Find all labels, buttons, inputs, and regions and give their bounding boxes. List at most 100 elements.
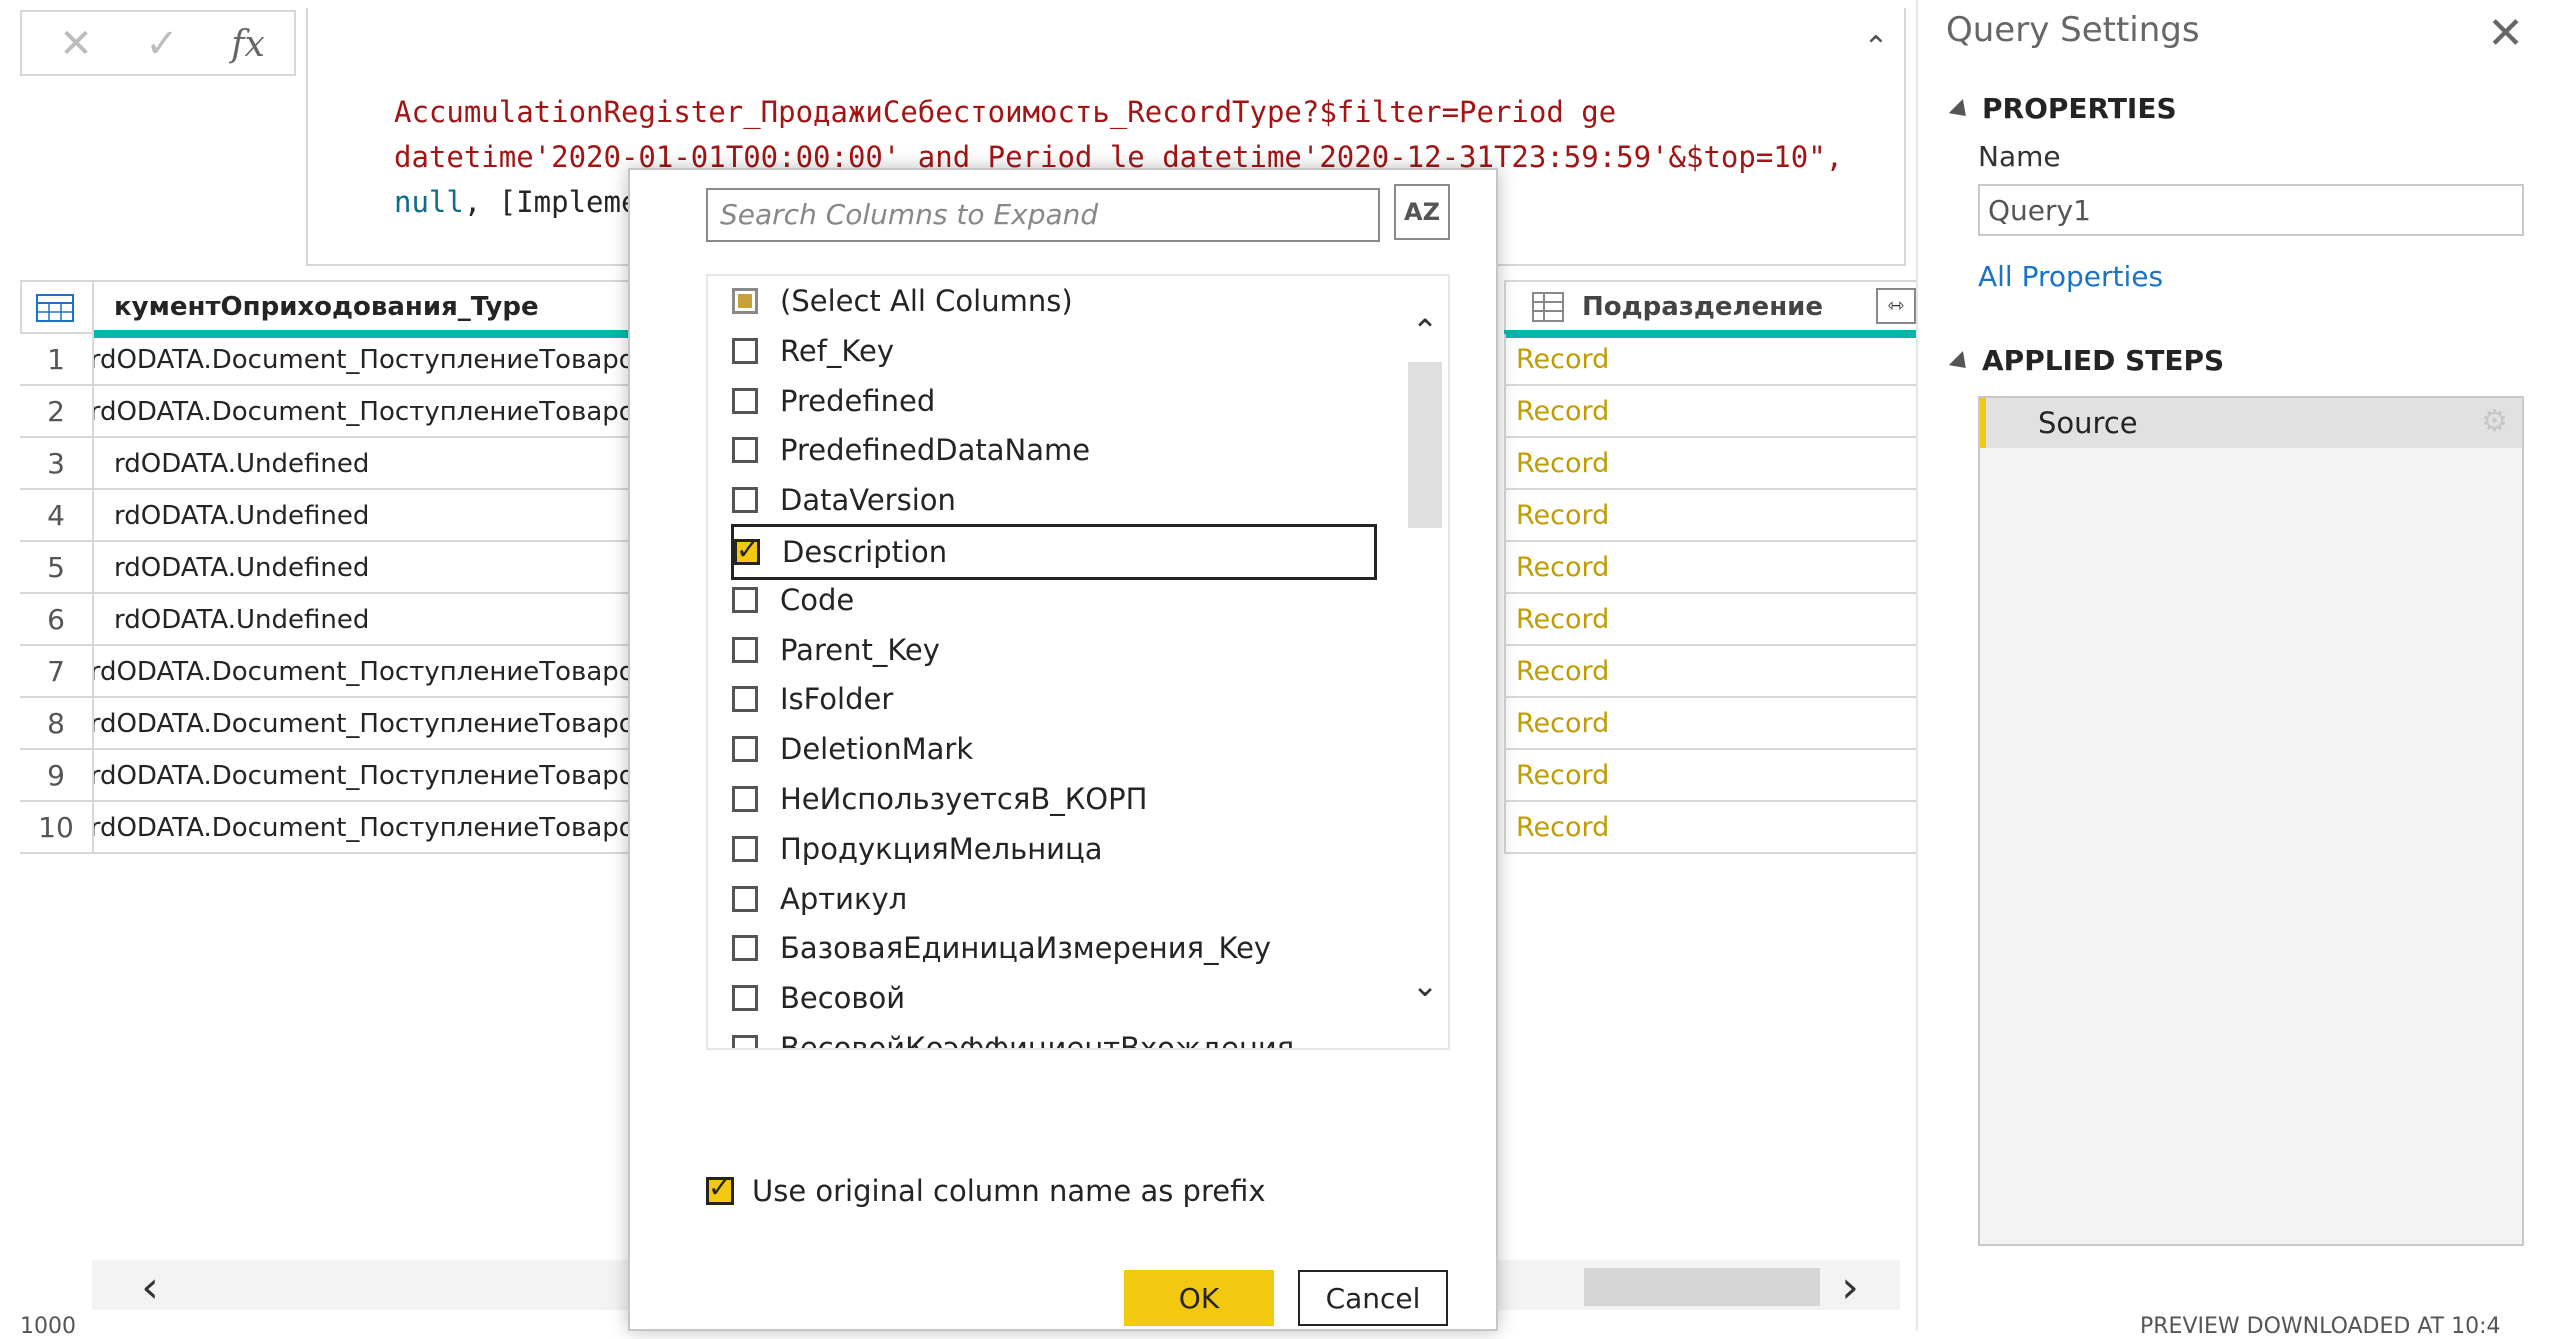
column-checkbox[interactable]	[732, 1035, 758, 1048]
column-option[interactable]: БазоваяЕдиницаИзмерения_Key	[732, 923, 1271, 973]
column-option[interactable]: DeletionMark	[732, 724, 973, 774]
type-cell[interactable]: rdODATA.Undefined	[94, 594, 650, 646]
column-option[interactable]: Predefined	[732, 376, 935, 426]
cancel-formula-icon[interactable]: ✕	[46, 20, 106, 68]
search-columns-input[interactable]: Search Columns to Expand	[706, 188, 1380, 242]
column-option-label: PredefinedDataName	[780, 433, 1091, 468]
cancel-button[interactable]: Cancel	[1298, 1270, 1448, 1326]
column-checkbox[interactable]	[732, 686, 758, 713]
vertical-scrollbar[interactable]: ⌃ ⌄	[1402, 276, 1448, 1048]
scroll-up-icon[interactable]: ⌃	[1402, 312, 1448, 352]
close-icon[interactable]: ✕	[2487, 8, 2524, 59]
type-cell-text: rdODATA.Document_ПоступлениеТоваров	[94, 657, 650, 687]
row-number: 4	[20, 490, 94, 542]
column-option-label: DeletionMark	[780, 732, 974, 767]
column-option[interactable]: IsFolder	[732, 674, 893, 724]
table-menu-icon[interactable]	[20, 280, 94, 334]
column-header-a[interactable]: кументОприходования_Type	[20, 280, 650, 338]
column-option[interactable]: НеИспользуетсяВ_КОРП	[732, 774, 1147, 824]
expand-column-icon[interactable]: ⇿	[1876, 288, 1916, 324]
fx-icon[interactable]: fx	[218, 20, 278, 68]
record-link[interactable]: Record	[1504, 750, 1924, 802]
type-cell[interactable]: rdODATA.Undefined	[94, 438, 650, 490]
sort-az-button[interactable]: AZ	[1394, 184, 1450, 240]
all-properties-link[interactable]: All Properties	[1978, 260, 2163, 293]
type-cell-text: rdODATA.Document_ПоступлениеТоваров	[94, 345, 650, 375]
applied-steps-header-label: APPLIED STEPS	[1982, 344, 2225, 377]
type-cell[interactable]: rdODATA.Undefined	[94, 542, 650, 594]
type-cell[interactable]: rdODATA.Document_ПоступлениеТоваров	[94, 386, 650, 438]
column-checkbox[interactable]	[732, 337, 758, 364]
column-checkbox[interactable]	[732, 786, 758, 812]
type-cell[interactable]: rdODATA.Document_ПоступлениеТоваров	[94, 646, 650, 698]
horizontal-scroll-thumb[interactable]	[1584, 1268, 1820, 1306]
record-link[interactable]: Record	[1504, 698, 1924, 750]
column-checkbox[interactable]	[732, 387, 758, 414]
ok-button[interactable]: OK	[1124, 1270, 1274, 1326]
step-source[interactable]: Source ⚙	[1980, 398, 2522, 448]
formula-buttons: ✕ ✓ fx	[20, 10, 296, 76]
column-checkbox[interactable]	[732, 437, 758, 464]
record-link[interactable]: Record	[1504, 386, 1924, 438]
column-checkbox[interactable]	[732, 935, 758, 962]
row-number: 5	[20, 542, 94, 594]
column-checkbox[interactable]	[732, 835, 758, 862]
type-cell[interactable]: rdODATA.Document_ПоступлениеТоваров	[94, 802, 650, 854]
gear-icon[interactable]: ⚙	[2481, 404, 2508, 439]
prefix-checkbox-row[interactable]: Use original column name as prefix	[706, 1171, 1266, 1208]
column-option[interactable]: Parent_Key	[732, 625, 940, 675]
scroll-right-icon[interactable]: ›	[1820, 1258, 1880, 1318]
scroll-left-icon[interactable]: ‹	[120, 1258, 180, 1318]
column-option-label: БазоваяЕдиницаИзмерения_Key	[780, 931, 1272, 966]
confirm-formula-icon[interactable]: ✓	[132, 20, 192, 68]
record-link[interactable]: Record	[1504, 594, 1924, 646]
type-cell[interactable]: rdODATA.Undefined	[94, 490, 650, 542]
column-header-b[interactable]: Подразделение ⇿	[1504, 280, 1924, 338]
status-row-count: 1000	[20, 1314, 76, 1339]
name-label: Name	[1978, 140, 2061, 173]
column-option[interactable]: Ref_Key	[732, 326, 894, 376]
column-option[interactable]: ПродукцияМельница	[732, 824, 1103, 874]
column-checkbox[interactable]	[732, 586, 758, 613]
query-name-input[interactable]: Query1	[1978, 184, 2524, 236]
vertical-scroll-thumb[interactable]	[1408, 362, 1442, 528]
column-option[interactable]: Code	[732, 575, 854, 625]
record-link[interactable]: Record	[1504, 490, 1924, 542]
column-checkbox[interactable]	[732, 985, 758, 1012]
column-checkbox[interactable]	[732, 288, 758, 314]
record-link[interactable]: Record	[1504, 542, 1924, 594]
collapse-formula-icon[interactable]: ⌃	[1856, 30, 1896, 70]
column-option[interactable]: (Select All Columns)	[732, 276, 1073, 326]
column-option[interactable]: Description	[731, 524, 1377, 580]
column-option[interactable]: DataVersion	[732, 475, 956, 525]
column-option[interactable]: ВесовойКоэффициентВхождения	[732, 1023, 1294, 1048]
prefix-checkbox[interactable]	[706, 1171, 734, 1205]
record-link[interactable]: Record	[1504, 646, 1924, 698]
record-link[interactable]: Record	[1504, 802, 1924, 854]
column-checkbox[interactable]	[734, 533, 760, 566]
type-cell[interactable]: rdODATA.Document_ПоступлениеТоваров	[94, 750, 650, 802]
record-link[interactable]: Record	[1504, 438, 1924, 490]
column-option[interactable]: PredefinedDataName	[732, 425, 1090, 475]
column-checkbox[interactable]	[732, 736, 758, 763]
type-cell[interactable]: rdODATA.Document_ПоступлениеТоваров	[94, 334, 650, 386]
column-option-label: Predefined	[780, 383, 936, 418]
properties-section-header[interactable]: PROPERTIES	[1948, 92, 2177, 125]
row-number: 3	[20, 438, 94, 490]
applied-steps-section-header[interactable]: APPLIED STEPS	[1948, 344, 2224, 377]
row-number: 9	[20, 750, 94, 802]
scroll-down-icon[interactable]: ⌄	[1402, 966, 1448, 1006]
collapse-arrow-icon	[1948, 98, 1973, 124]
column-option-label: Ref_Key	[780, 333, 894, 368]
type-cell-text: rdODATA.Undefined	[114, 605, 370, 635]
step-label: Source	[2038, 406, 2138, 440]
record-link[interactable]: Record	[1504, 334, 1924, 386]
column-checkbox[interactable]	[732, 885, 758, 912]
column-option[interactable]: Артикул	[732, 874, 907, 924]
column-option[interactable]: Весовой	[732, 973, 905, 1023]
column-checkbox[interactable]	[732, 487, 758, 514]
type-cell[interactable]: rdODATA.Document_ПоступлениеТоваров	[94, 698, 650, 750]
formula-null-keyword: null	[394, 185, 464, 219]
row-number: 7	[20, 646, 94, 698]
column-checkbox[interactable]	[732, 636, 758, 663]
